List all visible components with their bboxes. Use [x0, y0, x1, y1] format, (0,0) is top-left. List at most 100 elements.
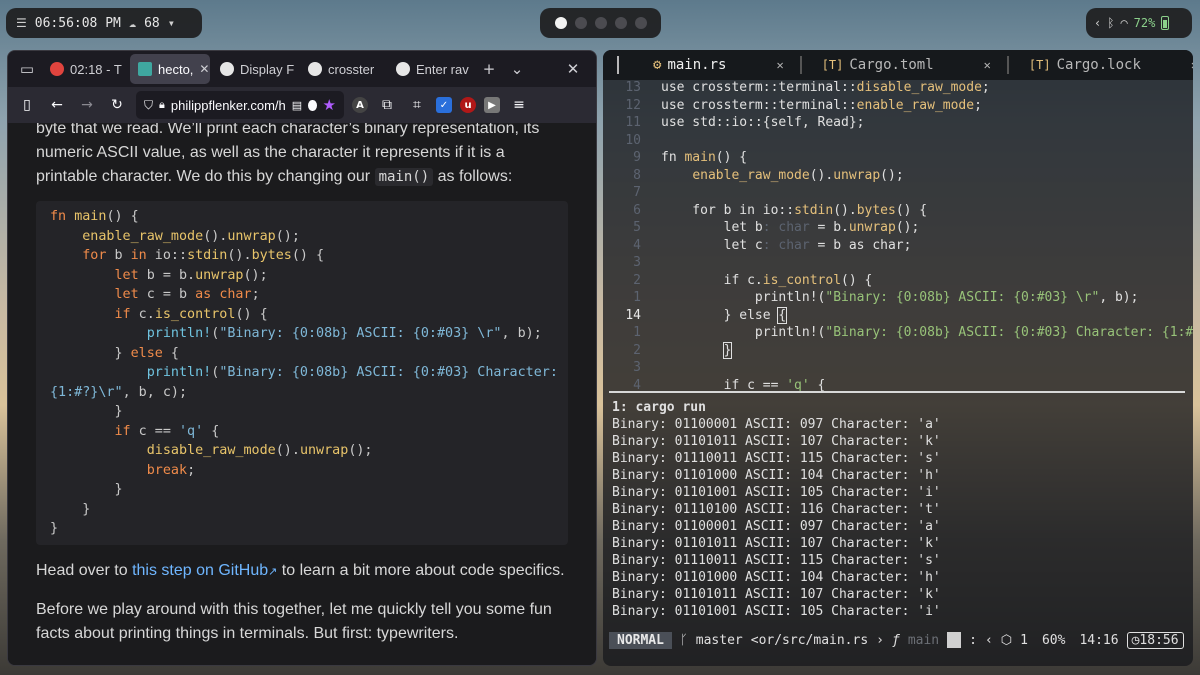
extension-blue-icon[interactable]: ✓ [436, 97, 452, 113]
editor-line: 8 enable_raw_mode().unwrap(); [603, 168, 1193, 186]
buffer-indicator [617, 56, 619, 74]
code-line: } [50, 521, 59, 536]
editor-line: 1 println!("Binary: {0:08b} ASCII: {0:#0… [603, 290, 1193, 308]
chevron-down-icon[interactable]: ▾ [168, 16, 175, 30]
shield-icon[interactable]: ⛉ [144, 98, 153, 113]
extensions-puzzle-icon[interactable]: ⧉ [376, 94, 398, 116]
tab-5[interactable]: Enter rav [388, 54, 474, 84]
close-window-icon[interactable]: ✕ [560, 56, 586, 82]
tab-1[interactable]: 02:18 - T [42, 54, 128, 84]
lock-file-icon: [T] [1028, 58, 1051, 72]
github-step-link[interactable]: this step on GitHub [132, 562, 268, 579]
github-icon [220, 62, 234, 76]
code-line: } [50, 404, 123, 419]
workspace-2[interactable] [574, 17, 587, 29]
chevron-right-icon: › [876, 632, 884, 648]
workspace-1[interactable] [554, 17, 567, 29]
reader-view-icon[interactable]: ▤ [292, 99, 302, 112]
sidebar-icon[interactable]: ▯ [16, 94, 38, 116]
line-number: 3 [633, 255, 641, 270]
output-line: Binary: 01110011 ASCII: 115 Character: '… [612, 553, 941, 568]
browser-window: ▭ 02:18 - T hecto, ✕ Display F crosster … [7, 50, 597, 666]
reload-icon[interactable]: ↻ [106, 94, 128, 116]
chevron-left-icon[interactable]: ‹ [1094, 16, 1101, 30]
line-number: 1 [633, 290, 641, 305]
scroll-percent: 60% [1041, 632, 1066, 648]
tab-3[interactable]: Display F [212, 54, 298, 84]
window-menu-icon[interactable]: ▭ [14, 56, 40, 82]
code-line: } else { [50, 345, 179, 361]
cursor-block [947, 632, 962, 648]
tab-label: 02:18 - T [70, 61, 122, 77]
buffer-line: ⚙ main.rs ✕ [T] Cargo.toml ✕ [T] Cargo.l… [603, 50, 1193, 80]
lock-icon[interactable]: 🔒︎ [159, 99, 165, 112]
close-buffer-icon[interactable]: ✕ [1191, 58, 1193, 72]
line-number: 1 [633, 325, 641, 340]
workspace-3[interactable] [594, 17, 607, 29]
extension-a-icon[interactable]: A [352, 97, 368, 113]
line-number: 11 [625, 115, 641, 130]
line-text: use std::io::{self, Read}; [661, 115, 865, 130]
function-icon: ƒ [891, 632, 900, 648]
editor-line: 3 [603, 360, 1193, 378]
bluetooth-icon[interactable]: ᛒ [1107, 16, 1114, 30]
buffer-cargo-toml[interactable]: [T] Cargo.toml ✕ [792, 50, 999, 80]
lsp-count: 1 [1020, 632, 1028, 648]
url-text[interactable]: philippflenker.com/h [171, 98, 286, 113]
clock: 06:56:08 PM [34, 15, 121, 31]
buffer-cargo-lock[interactable]: [T] Cargo.lock ✕ [999, 50, 1193, 80]
tab-label: Display F [240, 61, 295, 77]
code-line: } [50, 501, 91, 517]
line-number: 2 [633, 342, 641, 358]
colon-sep: : [969, 632, 977, 648]
buffer-main-rs[interactable]: ⚙ main.rs ✕ [609, 50, 792, 80]
line-number: 3 [633, 360, 641, 375]
circle-icon[interactable] [308, 99, 317, 111]
line-text [641, 360, 661, 378]
editor-line: 5 let b: char = b.unwrap(); [603, 220, 1193, 238]
editor-line: 11 use std::io::{self, Read}; [603, 115, 1193, 133]
crop-icon[interactable]: ⌗ [406, 94, 428, 116]
output-line: Binary: 01101000 ASCII: 104 Character: '… [612, 570, 941, 585]
pane-separator [609, 391, 1185, 393]
output-line: Binary: 01101000 ASCII: 104 Character: '… [612, 468, 941, 483]
media-icon[interactable]: ▶ [484, 97, 500, 113]
close-tab-icon[interactable]: ✕ [199, 62, 209, 76]
editor-line: 4 let c: char = b as char; [603, 238, 1193, 256]
line-number: 4 [633, 237, 641, 253]
system-tray-right: ‹ ᛒ ◠ 72% [1086, 8, 1192, 38]
close-buffer-icon[interactable]: ✕ [984, 58, 991, 72]
output-line: Binary: 01101011 ASCII: 107 Character: '… [612, 536, 941, 551]
forward-icon[interactable]: → [76, 94, 98, 116]
editor-line: 7 [603, 185, 1193, 203]
buffer-label: Cargo.lock [1056, 57, 1141, 73]
output-header: 1: cargo run [612, 400, 706, 415]
bookmark-star-icon[interactable]: ★ [323, 96, 336, 114]
line-text [641, 185, 661, 203]
tab-label: hecto, [158, 61, 194, 77]
workspace-5[interactable] [634, 17, 647, 29]
close-buffer-icon[interactable]: ✕ [776, 58, 783, 72]
tab-4[interactable]: crosster [300, 54, 386, 84]
line-text [641, 255, 661, 273]
tab-list-chevron-icon[interactable]: ⌄ [504, 56, 530, 82]
tab-strip: ▭ 02:18 - T hecto, ✕ Display F crosster … [8, 51, 596, 87]
back-icon[interactable]: ← [46, 94, 68, 116]
url-bar[interactable]: ⛉ 🔒︎ philippflenker.com/h ▤ ★ [136, 91, 344, 119]
hamburger-menu-icon[interactable]: ≡ [508, 94, 530, 116]
settings-sliders-icon[interactable]: ☰ [16, 16, 27, 30]
tab-2[interactable]: hecto, ✕ [130, 54, 210, 84]
code-line: let c = b as char; [114, 287, 260, 302]
editor-pane[interactable]: 13 use crossterm::terminal::disable_raw_m… [603, 80, 1193, 393]
line-text: } [722, 341, 733, 359]
ublock-icon[interactable]: u [460, 97, 476, 113]
line-number: 12 [625, 97, 641, 113]
code-line: println!("Binary: {0:08b} ASCII: {0:#03}… [146, 326, 542, 341]
workspace-4[interactable] [614, 17, 627, 29]
line-text: let b: char = b.unwrap(); [661, 220, 920, 235]
new-tab-icon[interactable]: + [476, 56, 502, 82]
code-line: } [50, 482, 123, 497]
battery-icon [1161, 16, 1170, 30]
wifi-icon[interactable]: ◠ [1120, 16, 1127, 30]
paragraph: byte that we read. We’ll print each char… [36, 123, 568, 189]
